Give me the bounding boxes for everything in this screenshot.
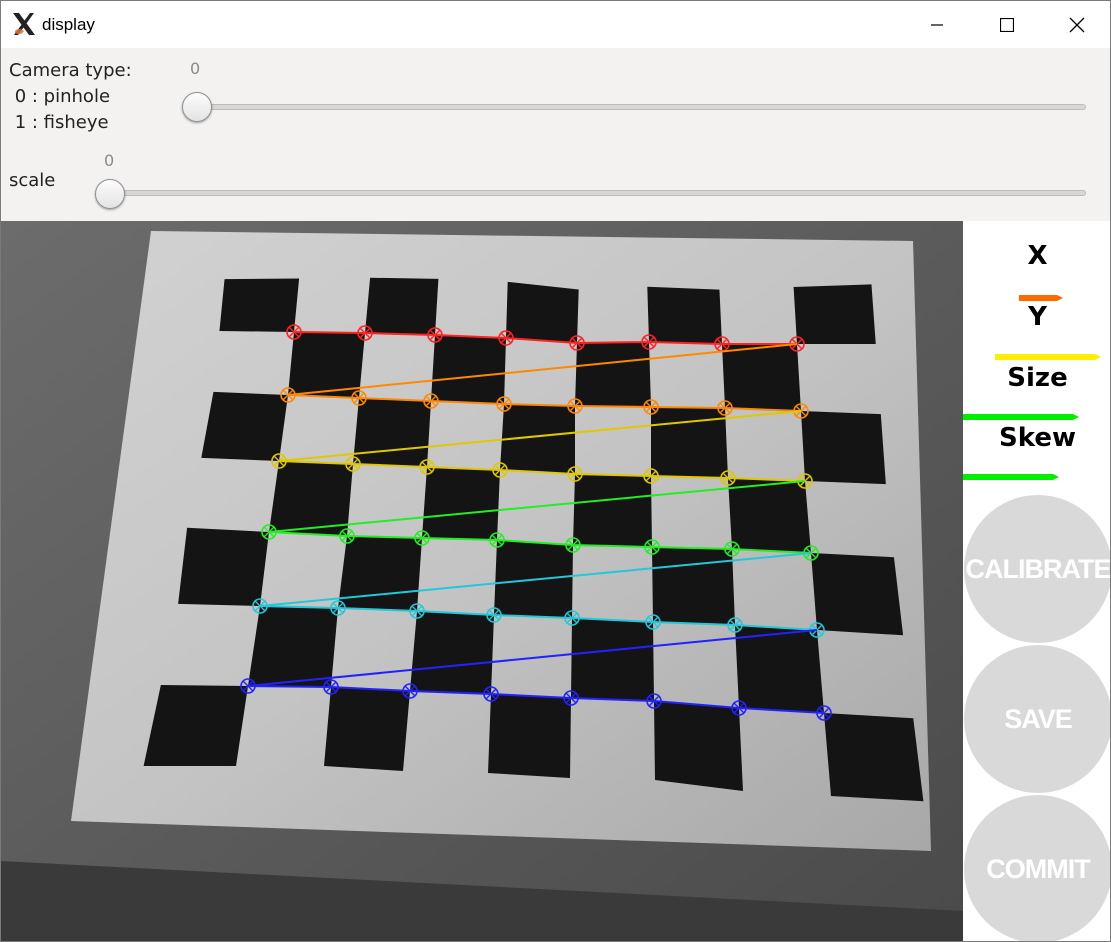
checkerboard-square xyxy=(431,335,506,404)
close-button[interactable] xyxy=(1042,1,1110,48)
trackbar-panel: Camera type: 0 : pinhole 1 : fisheye 0 s… xyxy=(1,48,1110,221)
scale-label: scale xyxy=(9,170,56,191)
scale-value: 0 xyxy=(104,151,115,170)
maximize-button[interactable] xyxy=(972,1,1042,48)
checkerboard-square xyxy=(410,611,494,694)
camera-type-slider-track[interactable] xyxy=(186,104,1086,110)
skew-label: Skew xyxy=(999,423,1076,453)
commit-button[interactable]: COMMIT xyxy=(964,795,1110,941)
checkerboard-square xyxy=(353,398,431,467)
y-progress-bar xyxy=(995,354,1101,360)
checkerboard-square xyxy=(793,284,876,344)
size-progress-bar xyxy=(963,414,1079,420)
size-label: Size xyxy=(1007,363,1068,393)
checkerboard-square xyxy=(219,278,300,332)
window-title: display xyxy=(42,15,95,34)
checkerboard-square xyxy=(722,344,801,411)
maximize-icon xyxy=(1000,17,1014,32)
minimize-button[interactable] xyxy=(902,1,972,48)
checkerboard-square xyxy=(571,618,654,701)
checkerboard-square xyxy=(728,478,811,553)
display-window: display Camera type: 0 : pinhole 1 : fis… xyxy=(0,0,1111,942)
checkerboard-square xyxy=(248,606,338,687)
y-label: Y xyxy=(1028,302,1047,332)
checkerboard-square xyxy=(201,391,288,461)
save-button-label: SAVE xyxy=(1004,703,1073,734)
x-window-system-icon xyxy=(13,13,35,35)
commit-button-label: COMMIT xyxy=(986,853,1090,884)
checkerboard-square xyxy=(488,694,571,778)
scale-slider-thumb[interactable] xyxy=(95,179,125,209)
checkerboard-square xyxy=(506,281,579,343)
checkerboard-square xyxy=(143,684,248,766)
save-button[interactable]: SAVE xyxy=(964,645,1110,793)
x-label: X xyxy=(1027,241,1048,271)
checkerboard-square xyxy=(651,407,728,478)
checkerboard-square xyxy=(735,625,824,713)
checkerboard-square xyxy=(824,713,924,802)
camera-type-label: Camera type: 0 : pinhole 1 : fisheye xyxy=(9,60,132,133)
close-icon xyxy=(1069,17,1085,32)
checkerboard-square xyxy=(338,536,422,611)
calibrate-button-label: CALIBRATE xyxy=(965,553,1111,584)
x-progress-bar xyxy=(1019,295,1063,301)
checkerboard-square xyxy=(575,342,651,407)
checkerboard-square xyxy=(573,474,652,547)
camera-view xyxy=(1,221,963,941)
checkerboard-square xyxy=(365,277,439,335)
checkerboard-square xyxy=(652,547,735,625)
scale-slider-track[interactable] xyxy=(99,190,1086,196)
calibration-panel: X Y Size Skew CALIBRATE SAVE COMMIT xyxy=(963,221,1111,941)
camera-type-slider-thumb[interactable] xyxy=(182,92,212,122)
checkerboard-square xyxy=(178,527,269,606)
skew-progress-bar xyxy=(963,474,1059,480)
checkerboard-square xyxy=(422,467,500,540)
camera-type-value: 0 xyxy=(190,59,201,78)
checkerboard-square xyxy=(801,411,886,485)
checkerboard-image xyxy=(1,221,963,941)
minimize-icon xyxy=(931,23,943,26)
checkerboard-square xyxy=(324,687,410,771)
checkerboard-square xyxy=(811,553,904,636)
checkerboard-square xyxy=(654,701,743,791)
checkerboard-square xyxy=(647,286,722,344)
calibrate-button[interactable]: CALIBRATE xyxy=(964,495,1111,643)
title-bar: display xyxy=(1,1,1110,48)
